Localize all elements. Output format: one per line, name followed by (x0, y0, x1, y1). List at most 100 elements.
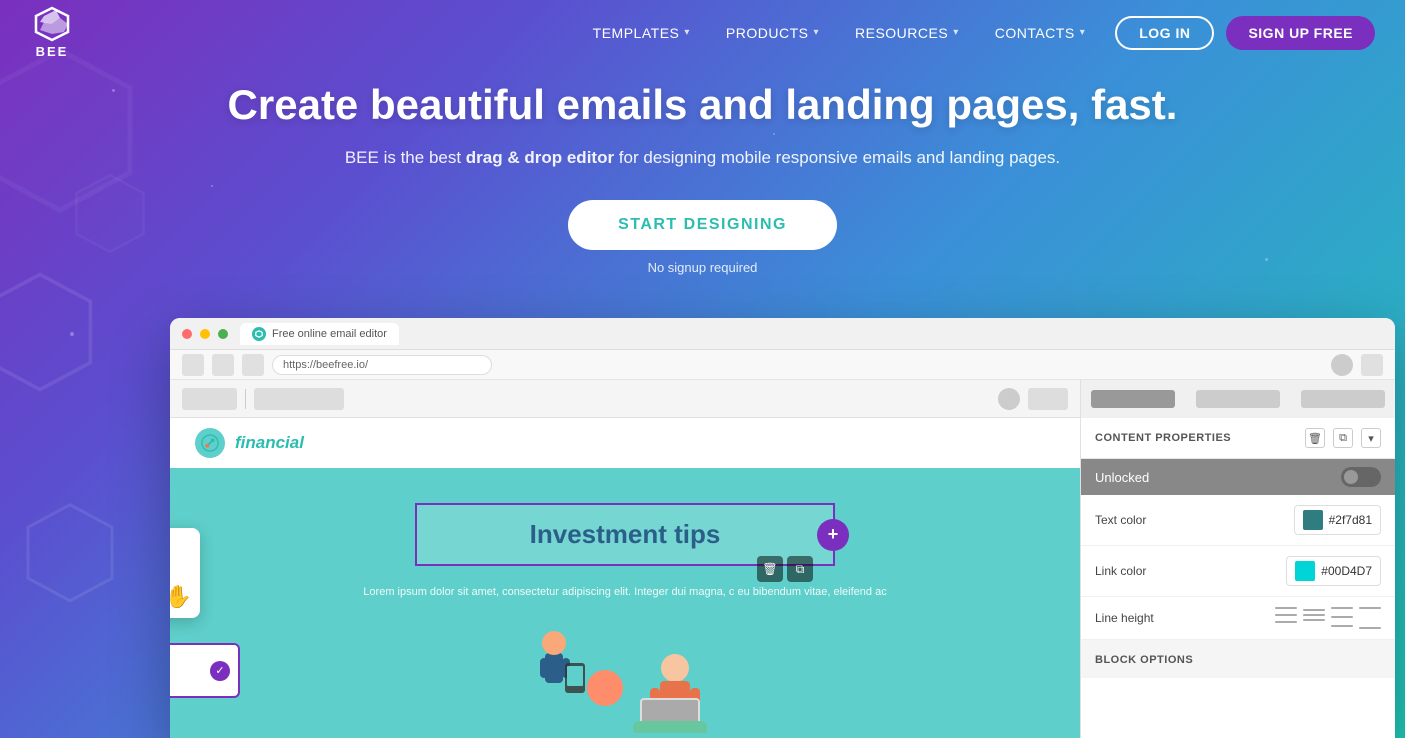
link-color-swatch[interactable]: #00D4D7 (1286, 556, 1381, 586)
panel-copy-button[interactable]: ⧉ (1333, 428, 1353, 448)
address-text: https://beefree.io/ (283, 359, 368, 371)
browser-dot-green (218, 329, 228, 339)
content-properties-label: CONTENT PROPERTIES (1095, 432, 1231, 444)
toolbar-icon-1[interactable] (998, 388, 1020, 410)
hero-content: Create beautiful emails and landing page… (0, 80, 1405, 275)
hero-title: Create beautiful emails and landing page… (0, 80, 1405, 130)
link-color-box (1295, 561, 1315, 581)
text-drag-widget[interactable]: T TEXT ✋ (170, 528, 200, 618)
panel-tab-3[interactable] (1290, 380, 1395, 418)
browser-dot-yellow (200, 329, 210, 339)
browser-refresh-btn[interactable] (242, 354, 264, 376)
card-check-icon: ✓ (210, 661, 230, 681)
templates-chevron-icon: ▾ (684, 27, 690, 38)
logo-icon (30, 6, 74, 44)
panel-delete-button[interactable]: 🗑 (1305, 428, 1325, 448)
nav-contacts[interactable]: CONTACTS ▾ (995, 25, 1086, 41)
browser-forward-btn[interactable] (212, 354, 234, 376)
editor-main: T TEXT ✋ Axg ✓ financial (170, 380, 1080, 738)
delete-block-button[interactable]: 🗑 (757, 556, 783, 582)
nav-resources[interactable]: RESOURCES ▾ (855, 25, 959, 41)
unlocked-row: Unlocked (1081, 459, 1395, 495)
line-height-row: Line height (1081, 597, 1395, 640)
nav-links: TEMPLATES ▾ PRODUCTS ▾ RESOURCES ▾ CONTA… (593, 25, 1086, 41)
panel-collapse-button[interactable]: ▾ (1361, 428, 1381, 448)
canvas-text-block[interactable]: Investment tips + 🗑 ⧉ (415, 503, 835, 566)
email-header: financial (170, 418, 1080, 468)
hero-subtitle: BEE is the best drag & drop editor for d… (0, 148, 1405, 168)
browser-tab[interactable]: Free online email editor (240, 323, 399, 345)
browser-address-bar: https://beefree.io/ (170, 350, 1395, 380)
panel-tab-inner-2 (1196, 390, 1280, 408)
editor-area: T TEXT ✋ Axg ✓ financial (170, 380, 1395, 738)
unlocked-label: Unlocked (1095, 470, 1149, 485)
text-color-swatch[interactable]: #2f7d81 (1294, 505, 1381, 535)
start-designing-button[interactable]: START DESIGNING (568, 200, 837, 250)
email-canvas: financial Investment tips + 🗑 ⧉ Lorem (170, 418, 1080, 738)
block-options-label: BLOCK OPTIONS (1095, 654, 1193, 666)
link-color-label: Link color (1095, 564, 1146, 578)
panel-tab-inner-1 (1091, 390, 1175, 408)
axg-card: Axg ✓ (170, 643, 240, 698)
signup-button[interactable]: SIGN UP FREE (1226, 16, 1375, 50)
tab-label: Free online email editor (272, 328, 387, 340)
resources-chevron-icon: ▾ (953, 27, 959, 38)
link-color-row: Link color #00D4D7 (1081, 546, 1395, 597)
login-button[interactable]: LOG IN (1115, 16, 1214, 50)
products-chevron-icon: ▾ (813, 27, 819, 38)
canvas-heading: Investment tips (437, 519, 813, 550)
text-block-actions: 🗑 ⧉ (757, 556, 813, 582)
block-options-header: BLOCK OPTIONS (1081, 640, 1395, 678)
logo-text: BEE (36, 44, 69, 59)
hex-deco-4 (25, 502, 115, 612)
panel-tabs (1081, 380, 1395, 418)
toolbar-item-3[interactable] (1028, 388, 1068, 410)
financial-logo-icon (195, 428, 225, 458)
hex-deco-2 (0, 271, 94, 402)
nav-templates[interactable]: TEMPLATES ▾ (593, 25, 690, 41)
link-color-value: #00D4D7 (1321, 564, 1372, 578)
add-content-button[interactable]: + (817, 519, 849, 551)
nav-products[interactable]: PRODUCTS ▾ (726, 25, 819, 41)
address-input[interactable]: https://beefree.io/ (272, 355, 492, 375)
panel-tab-inner-3 (1301, 390, 1385, 408)
line-height-options (1275, 607, 1381, 629)
navbar: BEE TEMPLATES ▾ PRODUCTS ▾ RESOURCES ▾ C… (0, 0, 1405, 65)
contacts-chevron-icon: ▾ (1080, 27, 1086, 38)
toolbar-group-1 (182, 388, 344, 410)
cursor-hand-icon: ✋ (170, 584, 192, 610)
toolbar-divider (245, 389, 246, 409)
canvas-body-text: Lorem ipsum dolor sit amet, consectetur … (200, 586, 1050, 598)
line-height-relaxed[interactable] (1331, 607, 1353, 627)
browser-mockup: Free online email editor https://beefree… (170, 318, 1395, 738)
line-height-loose[interactable] (1359, 607, 1381, 629)
line-height-label: Line height (1095, 611, 1154, 625)
line-height-normal[interactable] (1303, 607, 1325, 623)
browser-dot-red (182, 329, 192, 339)
toolbar-item-2[interactable] (254, 388, 344, 410)
unlocked-toggle[interactable] (1341, 467, 1381, 487)
canvas-body-area: Investment tips + 🗑 ⧉ Lorem ipsum dolor … (170, 468, 1080, 733)
line-height-compact[interactable] (1275, 607, 1297, 623)
toolbar-item-1[interactable] (182, 388, 237, 410)
browser-top-bar: Free online email editor (170, 318, 1395, 350)
panel-tab-2[interactable] (1186, 380, 1291, 418)
editor-toolbar (170, 380, 1080, 418)
text-color-box (1303, 510, 1323, 530)
financial-brand-text: financial (235, 433, 304, 453)
canvas-wrapper: T TEXT ✋ Axg ✓ financial (170, 418, 1080, 738)
copy-block-button[interactable]: ⧉ (787, 556, 813, 582)
logo[interactable]: BEE (30, 6, 74, 59)
right-properties-panel: CONTENT PROPERTIES 🗑 ⧉ ▾ Unlocked Text c… (1080, 380, 1395, 738)
browser-menu-btn[interactable] (1361, 354, 1383, 376)
tab-favicon (252, 327, 266, 341)
panel-tab-1[interactable] (1081, 380, 1186, 418)
browser-back-btn[interactable] (182, 354, 204, 376)
text-color-row: Text color #2f7d81 (1081, 495, 1395, 546)
text-color-value: #2f7d81 (1329, 513, 1372, 527)
content-properties-header: CONTENT PROPERTIES 🗑 ⧉ ▾ (1081, 418, 1395, 459)
text-color-label: Text color (1095, 513, 1146, 527)
canvas-illustration (200, 613, 1050, 733)
panel-action-icons: 🗑 ⧉ ▾ (1305, 428, 1381, 448)
no-signup-text: No signup required (0, 260, 1405, 275)
